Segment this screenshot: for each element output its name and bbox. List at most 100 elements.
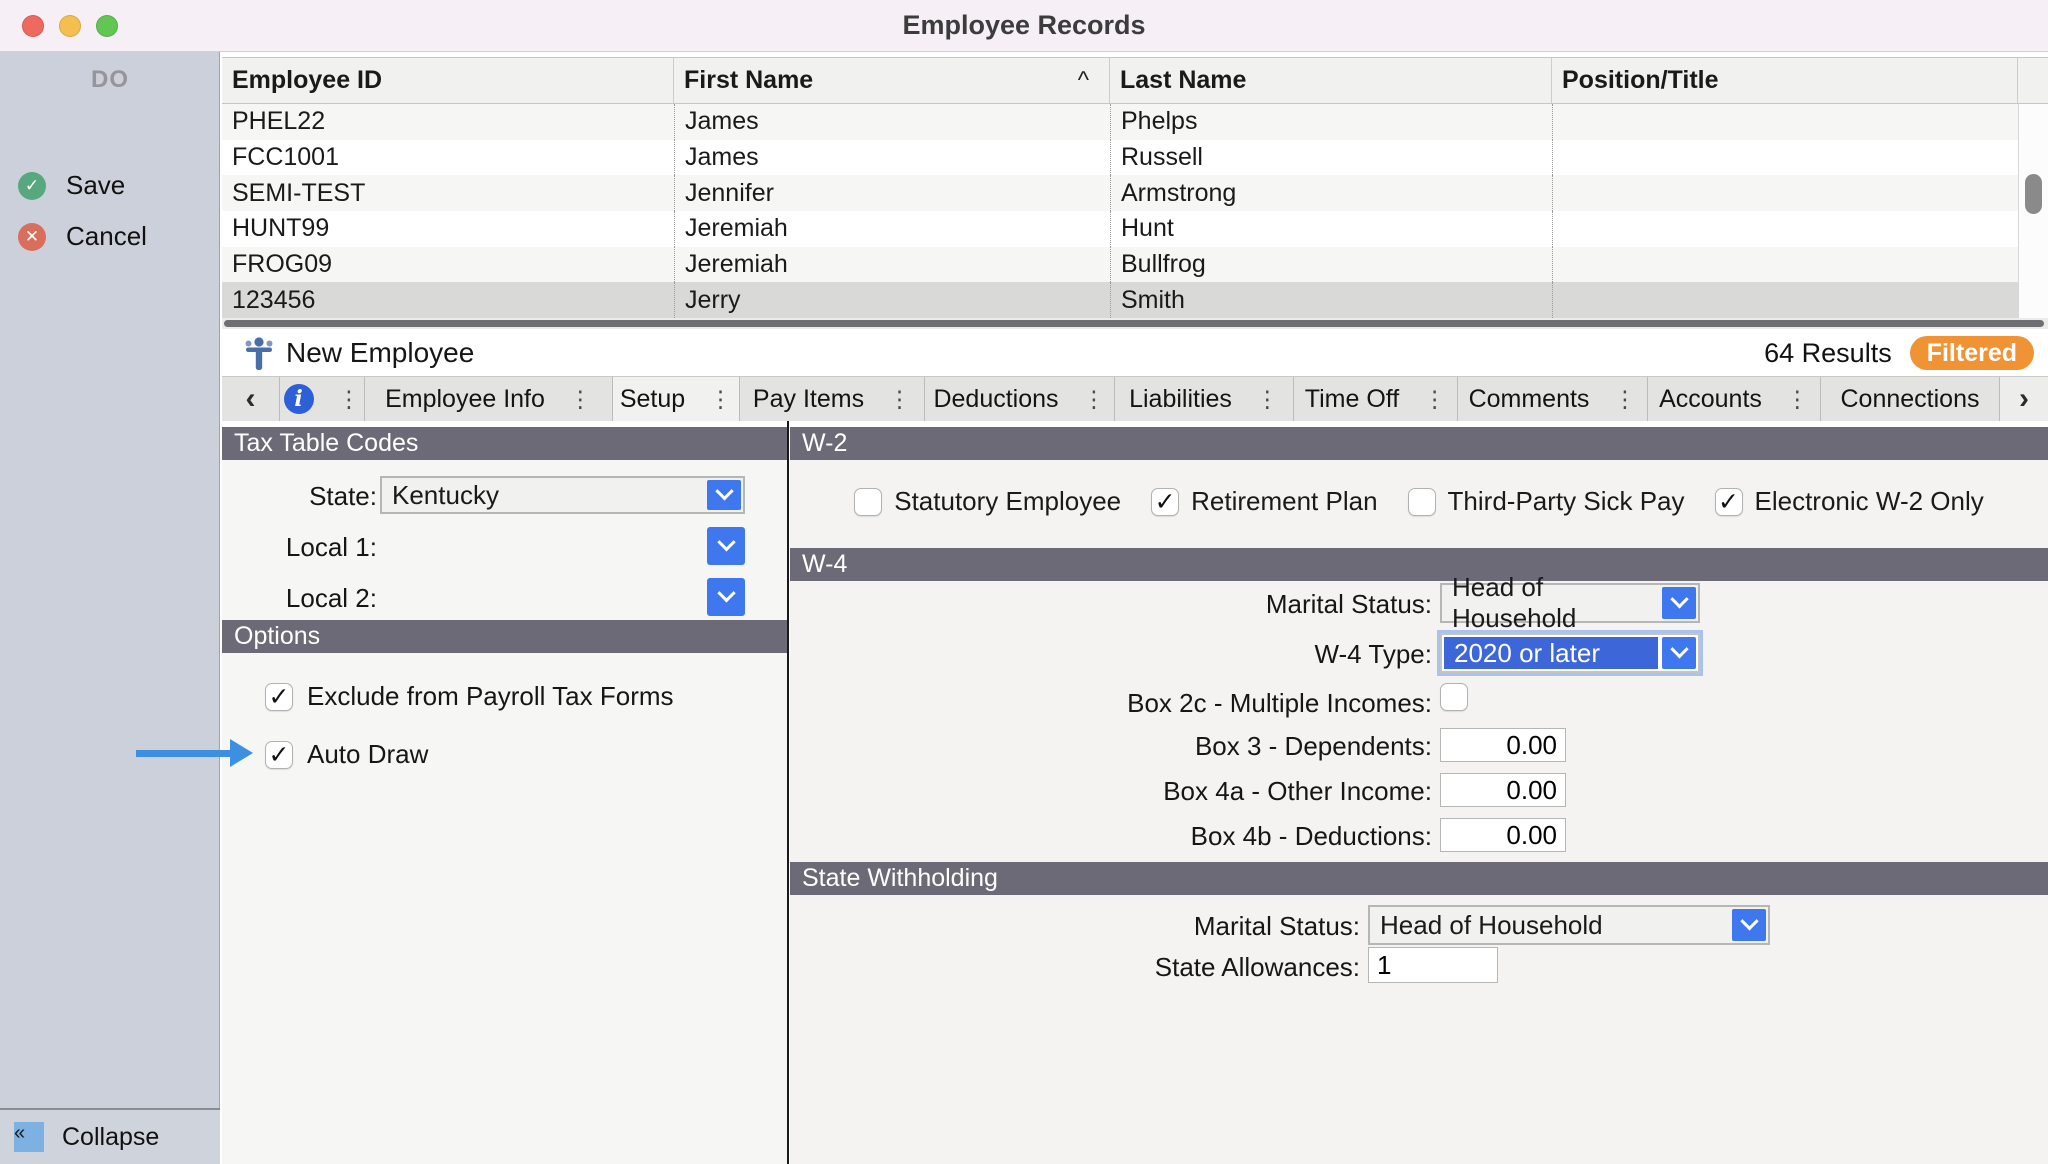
tab-drag-dots-icon[interactable]: ⋮ [1786,386,1809,413]
retirement-plan-checkbox[interactable]: ✓ [1151,488,1179,516]
sw-marital-status-combobox[interactable]: Head of Household [1368,905,1770,945]
local1-label: Local 1: [222,532,377,563]
window-title: Employee Records [902,10,1145,41]
close-window-button[interactable] [22,15,44,37]
box2c-multiple-incomes-checkbox[interactable] [1440,683,1468,711]
retirement-plan-option: ✓ Retirement Plan [1151,486,1377,517]
detail-tab-bar: ‹ i ⋮ Employee Info ⋮ Setup ⋮ Pay Items … [222,377,2048,421]
tab-connections[interactable]: Connections [1821,377,2000,421]
table-row[interactable]: SEMI-TEST Jennifer Armstrong [222,175,2048,211]
w4-marital-status-dropdown-button[interactable] [1662,587,1696,619]
tab-drag-dots-icon[interactable]: ⋮ [569,386,592,413]
section-header-options: Options [222,620,788,653]
save-label: Save [66,170,125,201]
horizontal-scrollbar-thumb[interactable] [224,320,2044,327]
w4-type-combobox[interactable]: 2020 or later [1440,633,1700,673]
w4-type-label: W-4 Type: [790,639,1432,670]
box4a-other-income-input[interactable] [1440,773,1566,807]
minimize-window-button[interactable] [59,15,81,37]
save-button[interactable]: ✓ Save [18,170,125,201]
table-row[interactable]: FROG09 Jeremiah Bullfrog [222,247,2048,283]
tab-time-off[interactable]: Time Off ⋮ [1294,377,1458,421]
tab-drag-dots-icon[interactable]: ⋮ [1256,386,1279,413]
exclude-payroll-tax-forms-option: ✓ Exclude from Payroll Tax Forms [265,681,674,712]
auto-draw-option: ✓ Auto Draw [265,739,428,770]
table-row[interactable]: HUNT99 Jeremiah Hunt [222,211,2048,247]
filtered-badge[interactable]: Filtered [1910,336,2034,370]
local1-dropdown-button[interactable] [707,527,745,565]
collapse-chevrons-icon: « [14,1122,44,1152]
local2-dropdown-button[interactable] [707,578,745,616]
sort-ascending-icon: ^ [1078,67,1089,95]
tab-drag-dots-icon[interactable]: ⋮ [1613,386,1636,413]
table-row-selected[interactable]: 123456 Jerry Smith [222,282,2048,318]
column-header-position-title[interactable]: Position/Title [1552,58,2018,103]
action-sidebar: DO ✓ Save ✕ Cancel « Collapse [0,52,220,1164]
tab-accounts[interactable]: Accounts ⋮ [1648,377,1821,421]
tab-setup[interactable]: Setup ⋮ [613,377,740,421]
chevron-down-icon [1670,640,1688,658]
tab-deductions[interactable]: Deductions ⋮ [925,377,1115,421]
tab-employee-info[interactable]: Employee Info ⋮ [365,377,613,421]
collapse-button[interactable]: « Collapse [0,1108,220,1164]
third-party-sick-pay-checkbox[interactable] [1408,488,1436,516]
state-label: State: [222,481,377,512]
statutory-employee-checkbox[interactable] [854,488,882,516]
zoom-window-button[interactable] [96,15,118,37]
tab-drag-dots-icon[interactable]: ⋮ [888,386,911,413]
table-row[interactable]: FCC1001 James Russell [222,140,2048,176]
chevron-down-icon [1740,912,1758,930]
table-row[interactable]: PHEL22 James Phelps [222,104,2048,140]
cancel-label: Cancel [66,221,147,252]
box4b-deductions-label: Box 4b - Deductions: [790,821,1432,852]
cancel-button[interactable]: ✕ Cancel [18,221,147,252]
employee-records-window: Employee Records DO ✓ Save ✕ Cancel « Co… [0,0,2048,1164]
sw-marital-status-dropdown-button[interactable] [1732,909,1766,941]
table-body: PHEL22 James Phelps FCC1001 James Russel… [222,104,2048,318]
tab-comments[interactable]: Comments ⋮ [1458,377,1648,421]
exclude-payroll-tax-forms-checkbox[interactable]: ✓ [265,683,293,711]
state-allowances-input[interactable] [1368,947,1498,983]
tabs-scroll-right-button[interactable]: › [2000,377,2048,421]
box3-dependents-label: Box 3 - Dependents: [790,731,1432,762]
tab-drag-dots-icon[interactable]: ⋮ [338,386,361,413]
state-combobox[interactable]: Kentucky [380,476,745,514]
state-dropdown-button[interactable] [707,480,741,510]
box2c-label: Box 2c - Multiple Incomes: [790,688,1432,719]
new-employee-person-icon [244,336,274,370]
tab-drag-dots-icon[interactable]: ⋮ [709,386,732,413]
vertical-scrollbar[interactable] [2018,104,2048,318]
statutory-employee-option: Statutory Employee [854,486,1121,517]
electronic-w2-only-checkbox[interactable]: ✓ [1715,488,1743,516]
table-header-row: Employee ID First Name ^ Last Name Posit… [222,57,2048,104]
w4-marital-status-combobox[interactable]: Head of Household [1440,583,1700,623]
tab-drag-dots-icon[interactable]: ⋮ [1423,386,1446,413]
auto-draw-checkbox[interactable]: ✓ [265,741,293,769]
tab-drag-dots-icon[interactable]: ⋮ [1083,386,1106,413]
results-count: 64 Results [1764,338,1892,369]
column-header-last-name[interactable]: Last Name [1110,58,1552,103]
cancel-x-icon: ✕ [18,223,46,251]
vertical-scrollbar-thumb[interactable] [2025,174,2042,214]
setup-right-panel: W-2 Statutory Employee ✓ Retirement Plan… [790,427,2048,1164]
sw-marital-status-value: Head of Household [1370,907,1730,943]
w4-marital-status-label: Marital Status: [790,589,1432,620]
third-party-sick-pay-option: Third-Party Sick Pay [1408,486,1685,517]
info-icon: i [284,384,314,414]
annotation-arrow-head [230,739,253,767]
tab-info[interactable]: i ⋮ [280,377,365,421]
horizontal-scrollbar[interactable] [222,318,2048,329]
sw-marital-status-label: Marital Status: [790,911,1360,942]
chevron-down-icon [1670,590,1688,608]
section-header-state-withholding: State Withholding [790,862,2048,895]
column-header-first-name[interactable]: First Name ^ [674,58,1110,103]
tab-liabilities[interactable]: Liabilities ⋮ [1115,377,1294,421]
box3-dependents-input[interactable] [1440,728,1566,762]
column-header-employee-id[interactable]: Employee ID [222,58,674,103]
record-header-bar: New Employee 64 Results Filtered [222,330,2048,377]
tab-pay-items[interactable]: Pay Items ⋮ [740,377,925,421]
box4b-deductions-input[interactable] [1440,818,1566,852]
section-header-tax-table-codes: Tax Table Codes [222,427,788,460]
w4-type-dropdown-button[interactable] [1662,637,1696,669]
tabs-scroll-left-button[interactable]: ‹ [222,377,280,421]
